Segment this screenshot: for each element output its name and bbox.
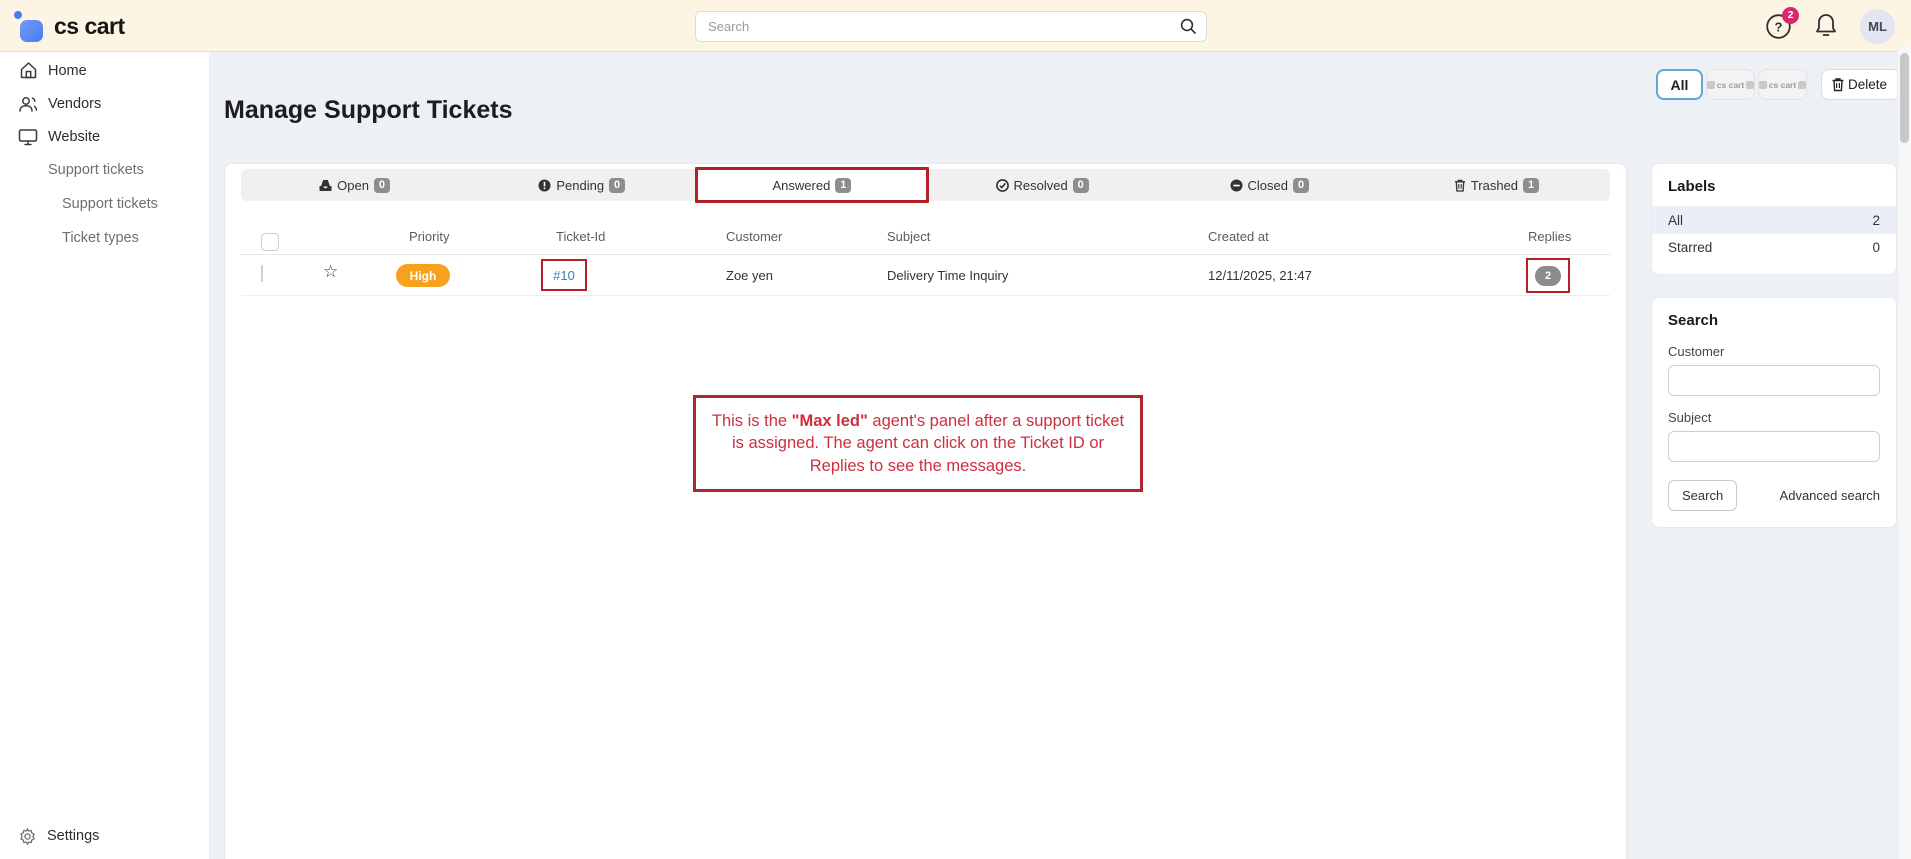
tab-count-badge: 1: [835, 178, 851, 193]
tab-open[interactable]: Open 0: [241, 169, 468, 201]
subject-cell: Delivery Time Inquiry: [887, 268, 1008, 283]
tab-count-badge: 0: [609, 178, 625, 193]
help-icon[interactable]: ? 2: [1765, 13, 1792, 40]
open-inbox-icon: [319, 179, 332, 192]
label-count: 0: [1872, 240, 1880, 255]
page-title: Manage Support Tickets: [224, 96, 513, 125]
vendor-badge-icon: [1707, 81, 1715, 89]
tab-closed[interactable]: Closed 0: [1156, 169, 1383, 201]
sidebar-item-home[interactable]: Home: [0, 56, 209, 85]
page-scrollbar: [1897, 45, 1911, 859]
resolved-check-icon: [996, 179, 1009, 192]
subject-field-label: Subject: [1652, 396, 1896, 431]
sidebar-item-vendors[interactable]: Vendors: [0, 89, 209, 118]
annotation-box-replies: 2: [1526, 258, 1570, 293]
home-icon: [18, 61, 38, 80]
col-customer: Customer: [726, 229, 782, 244]
notifications-bell-icon[interactable]: [1814, 13, 1838, 39]
search-button[interactable]: Search: [1668, 480, 1737, 511]
vendor-badge-icon: [1759, 81, 1767, 89]
annotation-note: This is the "Max led" agent's panel afte…: [693, 395, 1143, 492]
tab-count-badge: 0: [1293, 178, 1309, 193]
customer-field-label: Customer: [1652, 340, 1896, 365]
table-row: ☆ High #10 Zoe yen Delivery Time Inquiry…: [241, 255, 1610, 296]
gear-icon: [18, 827, 37, 846]
replies-badge[interactable]: 2: [1535, 266, 1561, 286]
trash-icon: [1831, 77, 1845, 92]
pending-icon: [538, 179, 551, 192]
search-input[interactable]: [695, 11, 1207, 42]
tickets-card: Open 0 Pending 0 Answered 1 Resolved 0 C…: [224, 163, 1627, 859]
closed-minus-icon: [1230, 179, 1243, 192]
cscart-logo-icon: [16, 15, 42, 41]
website-icon: [18, 128, 38, 146]
col-created-at: Created at: [1208, 229, 1269, 244]
trashed-trash-icon: [1454, 179, 1466, 192]
label-row-starred[interactable]: Starred 0: [1652, 233, 1896, 260]
row-checkbox[interactable]: [261, 265, 263, 282]
sidebar-item-website[interactable]: Website: [0, 122, 209, 151]
labels-panel: Labels All 2 Starred 0: [1651, 163, 1897, 275]
label-count: 2: [1872, 213, 1880, 228]
select-all-checkbox[interactable]: [261, 233, 279, 251]
tab-pending[interactable]: Pending 0: [468, 169, 695, 201]
sidebar: Home Vendors Website Support tickets Sup…: [0, 52, 210, 859]
created-at-cell: 12/11/2025, 21:47: [1208, 268, 1312, 283]
global-search: [695, 11, 1207, 42]
storefront-vendor-button-2[interactable]: cs cart: [1758, 69, 1807, 100]
labels-title: Labels: [1652, 164, 1896, 206]
sidebar-item-ticket-types[interactable]: Ticket types: [0, 223, 209, 252]
cscart-logo[interactable]: cs cart: [16, 11, 125, 41]
col-replies: Replies: [1528, 229, 1571, 244]
annotation-box-ticket-id: #10: [541, 259, 587, 291]
col-subject: Subject: [887, 229, 930, 244]
help-badge: 2: [1782, 7, 1799, 24]
advanced-search-link[interactable]: Advanced search: [1780, 488, 1880, 503]
priority-badge: High: [396, 264, 450, 287]
search-panel: Search Customer Subject Search Advanced …: [1651, 297, 1897, 528]
topbar: cs cart ? 2 ML: [0, 0, 1911, 52]
avatar[interactable]: ML: [1860, 9, 1895, 44]
tab-trashed[interactable]: Trashed 1: [1383, 169, 1610, 201]
tab-count-badge: 0: [1073, 178, 1089, 193]
storefront-vendor-button-1[interactable]: cs cart: [1706, 69, 1755, 100]
search-icon[interactable]: [1180, 18, 1197, 35]
svg-text:?: ?: [1775, 19, 1783, 34]
status-tabs: Open 0 Pending 0 Answered 1 Resolved 0 C…: [241, 169, 1610, 201]
table-header: Priority Ticket-Id Customer Subject Crea…: [241, 223, 1610, 255]
tab-answered[interactable]: Answered 1: [695, 167, 928, 203]
sidebar-item-support-tickets-group[interactable]: Support tickets: [0, 155, 209, 184]
customer-cell: Zoe yen: [726, 268, 773, 283]
ticket-id-link[interactable]: #10: [553, 268, 575, 283]
tab-count-badge: 0: [374, 178, 390, 193]
col-ticket-id: Ticket-Id: [556, 229, 605, 244]
vendor-badge-icon: [1798, 81, 1806, 89]
sidebar-item-settings[interactable]: Settings: [0, 821, 209, 851]
col-priority: Priority: [409, 229, 449, 244]
search-panel-title: Search: [1652, 298, 1896, 340]
storefront-all-button[interactable]: All: [1656, 69, 1703, 100]
scrollbar-thumb[interactable]: [1900, 53, 1909, 143]
tab-resolved[interactable]: Resolved 0: [929, 169, 1156, 201]
star-icon[interactable]: ☆: [323, 262, 338, 282]
logo-text: cs cart: [54, 13, 125, 40]
customer-field[interactable]: [1668, 365, 1880, 396]
vendors-icon: [18, 95, 38, 113]
sidebar-item-support-tickets[interactable]: Support tickets: [0, 189, 209, 218]
label-row-all[interactable]: All 2: [1652, 206, 1896, 233]
subject-field[interactable]: [1668, 431, 1880, 462]
vendor-badge-icon: [1746, 81, 1754, 89]
tab-count-badge: 1: [1523, 178, 1539, 193]
storefront-actions: All cs cart cs cart Delete: [1656, 69, 1901, 100]
delete-button[interactable]: Delete: [1821, 69, 1901, 100]
